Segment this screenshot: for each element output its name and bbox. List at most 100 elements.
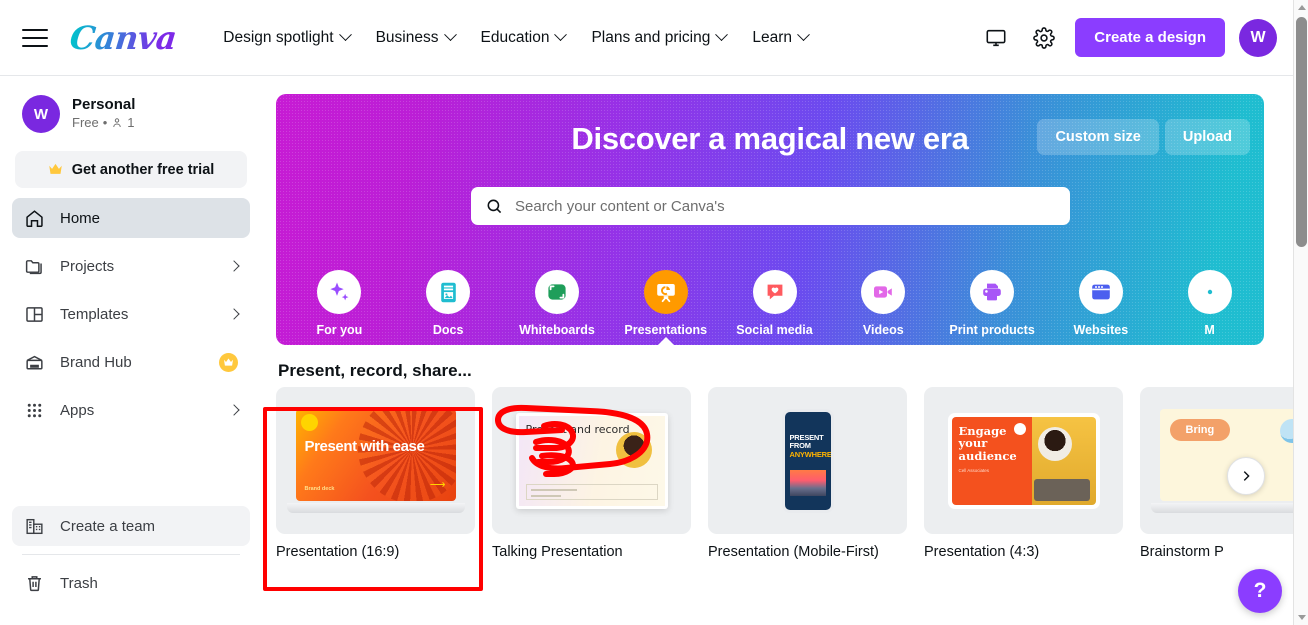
nav-item-plans-and-pricing[interactable]: Plans and pricing (578, 21, 739, 55)
presentation-icon (643, 270, 688, 314)
nav-item-education[interactable]: Education (468, 21, 579, 55)
home-icon (26, 209, 43, 227)
laptop-screen: Present with ease Brand deck ⟶ (295, 408, 456, 501)
template-card-talking-presentation[interactable]: Present and record Talking Presentation (492, 387, 691, 560)
category-for-you[interactable]: For you (285, 270, 394, 337)
help-button[interactable]: ? (1238, 569, 1282, 613)
nav-item-business[interactable]: Business (363, 21, 468, 55)
main-content: Discover a magical new era Custom size U… (262, 77, 1293, 625)
hamburger-icon[interactable] (22, 27, 48, 49)
slide-badge (300, 413, 318, 431)
slide-arrow-icon: ⟶ (429, 478, 446, 491)
slide-subtitle: Brand deck (304, 485, 335, 492)
sidebar-item-label: Home (60, 209, 101, 227)
more-icon (1187, 270, 1232, 314)
category-print-products[interactable]: Print products (938, 270, 1047, 337)
search-bar[interactable] (471, 187, 1070, 225)
sidebar-item-label: Templates (60, 305, 129, 323)
laptop-graphic (1034, 478, 1091, 501)
sidebar-item-trash[interactable]: Trash (12, 563, 250, 603)
account-plan-row: Free • 1 (72, 115, 135, 132)
sidebar-item-brand-hub[interactable]: Brand Hub (12, 342, 250, 382)
account-member-count: 1 (127, 114, 135, 130)
page-scrollbar[interactable] (1293, 0, 1308, 625)
category-social-media[interactable]: Social media (720, 270, 829, 337)
slide-right-photo (1032, 416, 1096, 505)
chevron-down-icon (797, 28, 810, 42)
scroll-up-arrow[interactable] (1294, 0, 1308, 15)
category-docs[interactable]: Docs (394, 270, 503, 337)
slide-preview: Engage your audience Cell Associates (951, 416, 1096, 505)
slide-image (789, 469, 826, 496)
account-switcher[interactable]: W Personal Free • 1 (12, 89, 250, 143)
templates-icon (26, 306, 43, 322)
phone-mockup: PRESENT FROM ANYWHERE (781, 408, 834, 513)
sidebar-item-create-a-team[interactable]: Create a team (12, 506, 250, 546)
search-input[interactable] (515, 197, 1056, 215)
category-label: Whiteboards (519, 323, 595, 337)
nav-label: Education (480, 28, 550, 46)
template-card-brainstorm-presentation[interactable]: Bring Brainstorm P (1140, 387, 1293, 560)
apps-grid-icon (27, 403, 42, 417)
category-videos[interactable]: Videos (829, 270, 938, 337)
template-card-label: Presentation (16:9) (276, 544, 400, 560)
sidebar-item-label: Trash (60, 574, 98, 592)
sidebar: W Personal Free • 1 Get another free tri… (0, 77, 262, 625)
slide-preview: Present and record (518, 415, 665, 506)
brand-hub-icon (26, 355, 43, 370)
template-card-presentation-16-9[interactable]: Present with ease Brand deck ⟶ Presentat… (276, 387, 475, 560)
sidebar-item-apps[interactable]: Apps (12, 390, 250, 430)
category-label: Websites (1073, 323, 1129, 337)
nav-item-design-spotlight[interactable]: Design spotlight (210, 21, 362, 55)
category-label: M (1204, 323, 1215, 337)
header-actions: Create a design W (979, 18, 1277, 57)
canva-logo[interactable]: Canva (68, 19, 178, 57)
document-icon (426, 270, 471, 314)
gear-icon[interactable] (1027, 21, 1061, 55)
chevron-down-icon (715, 28, 729, 42)
category-label: Print products (949, 323, 1035, 337)
printer-icon (970, 270, 1015, 314)
scroll-down-arrow[interactable] (1294, 610, 1308, 625)
upload-button[interactable]: Upload (1164, 119, 1250, 155)
get-free-trial-button[interactable]: Get another free trial (15, 151, 247, 188)
laptop-base (1150, 502, 1293, 513)
template-card-presentation-4-3[interactable]: Engage your audience Cell Associates Pre… (924, 387, 1123, 560)
monitor-icon[interactable] (979, 21, 1013, 55)
slide-title: Bring (1169, 418, 1231, 441)
slide-subtitle: Cell Associates (958, 468, 990, 474)
sidebar-item-home[interactable]: Home (12, 198, 250, 238)
category-whiteboards[interactable]: Whiteboards (503, 270, 612, 337)
sidebar-item-projects[interactable]: Projects (12, 246, 250, 286)
sidebar-divider (22, 554, 240, 555)
sidebar-item-label: Brand Hub (60, 353, 132, 371)
folder-icon (25, 259, 42, 274)
nav-item-learn[interactable]: Learn (739, 21, 821, 55)
sparkle-icon (317, 270, 362, 314)
category-label: Videos (862, 323, 904, 337)
template-card-presentation-mobile-first[interactable]: PRESENT FROM ANYWHERE Presentation (Mobile… (708, 387, 907, 560)
sidebar-item-label: Apps (60, 401, 95, 419)
category-presentations[interactable]: Presentations (611, 270, 720, 345)
scrollbar-thumb[interactable] (1296, 17, 1307, 247)
active-category-pointer (655, 337, 676, 345)
custom-size-button[interactable]: Custom size (1037, 119, 1159, 155)
template-card-list: Present with ease Brand deck ⟶ Presentat… (276, 387, 1293, 560)
search-icon (487, 199, 502, 213)
slide-left-panel: Engage your audience Cell Associates (951, 416, 1033, 505)
create-a-design-button[interactable]: Create a design (1075, 18, 1225, 57)
template-card-label: Presentation (4:3) (924, 544, 1040, 560)
sidebar-item-templates[interactable]: Templates (12, 294, 250, 334)
category-more[interactable]: M (1155, 270, 1264, 337)
avatar[interactable]: W (1239, 18, 1277, 57)
trial-label: Get another free trial (71, 161, 215, 178)
logo-dot-icon (1014, 422, 1027, 435)
account-avatar: W (22, 95, 60, 133)
video-camera-icon (861, 270, 906, 314)
trash-icon (28, 575, 41, 591)
carousel-next-button[interactable] (1227, 457, 1265, 495)
canva-homepage: Canva Design spotlight Business Educatio… (0, 0, 1308, 625)
chevron-right-icon (228, 404, 240, 416)
template-thumbnail: PRESENT FROM ANYWHERE (708, 387, 907, 534)
category-websites[interactable]: Websites (1046, 270, 1155, 337)
